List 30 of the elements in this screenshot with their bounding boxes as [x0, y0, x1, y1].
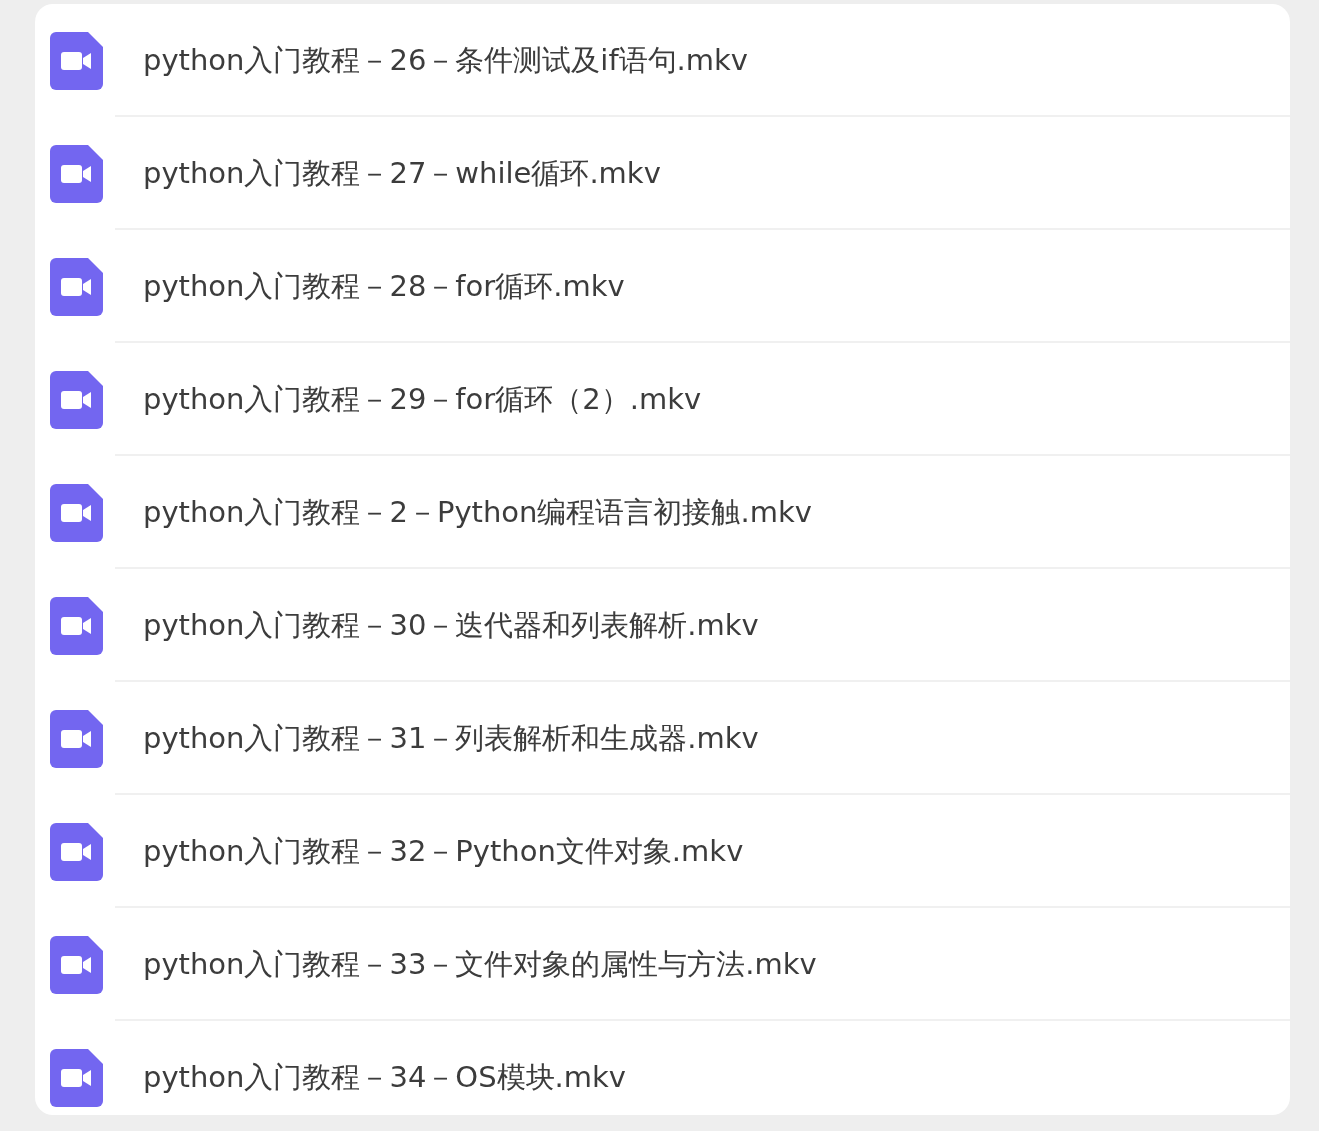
video-file-icon [50, 596, 103, 655]
file-name: python入门教程－33－文件对象的属性与方法.mkv [143, 945, 817, 983]
file-name: python入门教程－30－迭代器和列表解析.mkv [143, 606, 759, 644]
video-file-icon [50, 935, 103, 994]
file-row[interactable]: python入门教程－29－for循环（2）.mkv [35, 343, 1290, 456]
file-row[interactable]: python入门教程－32－Python文件对象.mkv [35, 795, 1290, 908]
file-name: python入门教程－2－Python编程语言初接触.mkv [143, 493, 812, 531]
video-file-icon [50, 144, 103, 203]
video-file-icon [50, 709, 103, 768]
video-file-icon [50, 257, 103, 316]
file-name: python入门教程－32－Python文件对象.mkv [143, 832, 744, 870]
file-name: python入门教程－29－for循环（2）.mkv [143, 380, 702, 418]
file-row[interactable]: python入门教程－34－OS模块.mkv [35, 1021, 1290, 1115]
file-row[interactable]: python入门教程－28－for循环.mkv [35, 230, 1290, 343]
video-file-icon [50, 483, 103, 542]
file-row[interactable]: python入门教程－27－while循环.mkv [35, 117, 1290, 230]
file-name: python入门教程－34－OS模块.mkv [143, 1058, 626, 1096]
video-file-icon [50, 822, 103, 881]
video-file-icon [50, 1048, 103, 1107]
file-name: python入门教程－26－条件测试及if语句.mkv [143, 41, 749, 79]
file-row[interactable]: python入门教程－26－条件测试及if语句.mkv [35, 4, 1290, 117]
file-row[interactable]: python入门教程－31－列表解析和生成器.mkv [35, 682, 1290, 795]
video-file-icon [50, 31, 103, 90]
file-row[interactable]: python入门教程－33－文件对象的属性与方法.mkv [35, 908, 1290, 1021]
file-name: python入门教程－28－for循环.mkv [143, 267, 625, 305]
file-row[interactable]: python入门教程－30－迭代器和列表解析.mkv [35, 569, 1290, 682]
file-name: python入门教程－27－while循环.mkv [143, 154, 661, 192]
file-row[interactable]: python入门教程－2－Python编程语言初接触.mkv [35, 456, 1290, 569]
video-file-icon [50, 370, 103, 429]
file-name: python入门教程－31－列表解析和生成器.mkv [143, 719, 759, 757]
